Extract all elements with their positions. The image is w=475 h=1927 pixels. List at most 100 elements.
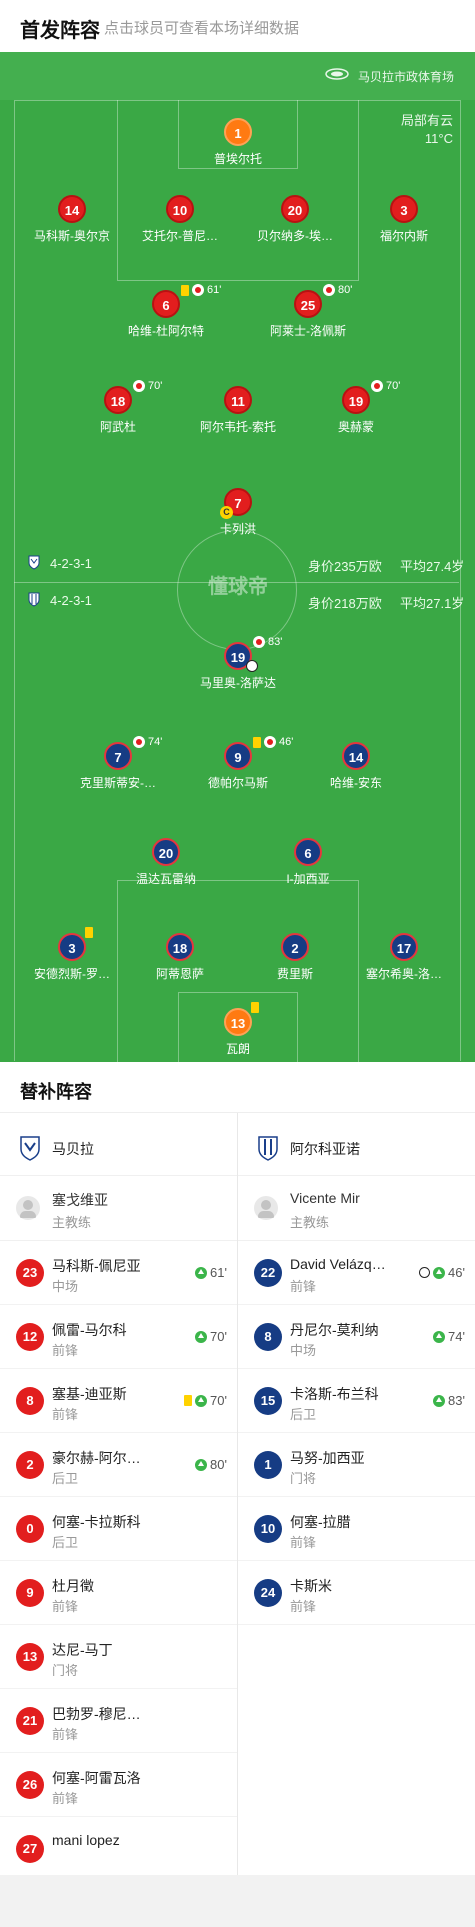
home-crest-icon: [20, 1136, 40, 1161]
substitution-icon: [133, 380, 145, 392]
yellow-card-icon: [251, 1002, 259, 1013]
player-number: 10: [166, 195, 194, 223]
sub-player-number: 12: [16, 1323, 44, 1351]
sub-player-row[interactable]: 10 何塞-拉腊前锋: [238, 1497, 475, 1561]
sub-player-row[interactable]: 2 豪尔赫-阿尔… 后卫 80': [0, 1433, 237, 1497]
player-name: 艾托尔-普尼…: [142, 229, 218, 243]
player-name: 奥赫蒙: [337, 420, 374, 434]
player-name: 瓦朗: [225, 1042, 250, 1056]
sub-player-row[interactable]: 22 David Velázq… 前锋 46': [238, 1241, 475, 1305]
lineup-subtitle: 点击球员可查看本场详细数据: [104, 20, 300, 37]
event-minute: 70': [148, 380, 163, 392]
player-name: 卡列洪: [219, 522, 256, 536]
sub-player-name: 马努-加西亚: [290, 1450, 365, 1466]
lineup-header: 首发阵容 点击球员可查看本场详细数据: [0, 0, 475, 52]
away-coach-name: Vicente Mir: [290, 1190, 360, 1206]
away-player[interactable]: 7 克里斯蒂安-… 74': [53, 736, 183, 791]
sub-player-row[interactable]: 8 塞基-迪亚斯 前锋 70': [0, 1369, 237, 1433]
player-number: 18: [104, 386, 132, 414]
away-crest-icon: [28, 592, 40, 607]
sub-event: 83': [433, 1393, 465, 1408]
away-coach[interactable]: Vicente Mir 主教练: [238, 1176, 475, 1241]
home-player[interactable]: 25 阿莱士-洛佩斯 80': [243, 284, 373, 339]
away-player[interactable]: 13 瓦朗: [173, 1002, 303, 1057]
home-player[interactable]: 10 艾托尔-普尼…: [115, 195, 245, 244]
sub-player-position: 前锋: [52, 1407, 79, 1422]
sub-player-position: 前锋: [52, 1599, 79, 1614]
sub-event: 70': [195, 1329, 227, 1344]
sub-player-name: 塞基-迪亚斯: [52, 1386, 127, 1402]
away-coach-role: 主教练: [290, 1215, 330, 1230]
away-player[interactable]: 20 温达瓦雷纳: [101, 838, 231, 887]
away-player[interactable]: 9 德帕尔马斯 46': [173, 736, 303, 791]
player-name: 福尔内斯: [379, 229, 428, 243]
away-player[interactable]: 19 马里奥-洛萨达 83': [173, 636, 303, 691]
sub-player-name: 何塞-拉腊: [290, 1514, 351, 1530]
sub-minute: 80': [210, 1457, 227, 1472]
sub-player-name: mani lopez: [52, 1832, 120, 1848]
substitution-icon: [253, 636, 265, 648]
sub-player-name: 卡斯米: [290, 1578, 332, 1594]
away-player[interactable]: 17 塞尔希奥-洛…: [339, 933, 469, 982]
lineup-title: 首发阵容: [20, 20, 100, 42]
sub-player-row[interactable]: 9 杜月徵 前锋: [0, 1561, 237, 1625]
sub-player-number: 15: [254, 1387, 282, 1415]
player-name: 普埃尔托: [213, 152, 262, 166]
sub-player-row[interactable]: 27 mani lopez: [0, 1817, 237, 1881]
home-player[interactable]: 18 阿武杜 70': [53, 380, 183, 435]
away-player[interactable]: 6 I-加西亚: [243, 838, 373, 887]
player-number: 14: [58, 195, 86, 223]
home-player[interactable]: 11 阿尔韦托-索托: [173, 386, 303, 435]
home-formation: 4-2-3-1: [50, 556, 92, 571]
home-player[interactable]: 7 卡列洪 C: [173, 488, 303, 537]
home-player[interactable]: 6 哈维-杜阿尔特 61': [101, 284, 231, 339]
sub-player-row[interactable]: 26 何塞-阿雷瓦洛 前锋: [0, 1753, 237, 1817]
sub-player-row[interactable]: 8 丹尼尔-莫利纳 中场 74': [238, 1305, 475, 1369]
sub-minute: 70': [210, 1393, 227, 1408]
sub-player-row[interactable]: 15 卡洛斯-布兰科 后卫 83': [238, 1369, 475, 1433]
sub-player-number: 0: [16, 1515, 44, 1543]
sub-player-number: 10: [254, 1515, 282, 1543]
away-team-name: 阿尔科亚诺: [290, 1141, 360, 1157]
event-minute: 83': [268, 636, 283, 648]
sub-in-icon: [195, 1394, 208, 1407]
sub-player-name: 卡洛斯-布兰科: [290, 1386, 379, 1402]
sub-player-position: 中场: [290, 1343, 317, 1358]
sub-player-number: 1: [254, 1451, 282, 1479]
player-name: 克里斯蒂安-…: [80, 776, 156, 790]
away-value: 身价218万欧: [308, 596, 382, 611]
home-coach[interactable]: 塞戈维亚 主教练: [0, 1176, 237, 1241]
sub-player-name: 何塞-卡拉斯科: [52, 1514, 141, 1530]
home-team-header[interactable]: 马贝拉: [0, 1113, 237, 1176]
home-player[interactable]: 1 普埃尔托: [173, 118, 303, 167]
sub-event: 74': [433, 1329, 465, 1344]
yellow-card-icon: [181, 284, 189, 296]
home-player[interactable]: 3 福尔内斯: [339, 195, 469, 244]
player-name: 德帕尔马斯: [207, 776, 268, 790]
sub-player-row[interactable]: 1 马努-加西亚 门将: [238, 1433, 475, 1497]
player-number: 20: [281, 195, 309, 223]
sub-player-name: 何塞-阿雷瓦洛: [52, 1770, 141, 1786]
sub-player-row[interactable]: 12 佩雷-马尔科 前锋 70': [0, 1305, 237, 1369]
sub-player-position: 前锋: [290, 1535, 317, 1550]
event-minute: 80': [338, 284, 353, 296]
away-player[interactable]: 18 阿蒂恩萨: [115, 933, 245, 982]
sub-player-row[interactable]: 13 达尼-马丁 门将: [0, 1625, 237, 1689]
sub-player-row[interactable]: 0 何塞-卡拉斯科 后卫: [0, 1497, 237, 1561]
away-team-header[interactable]: 阿尔科亚诺: [238, 1113, 475, 1176]
player-name: I-加西亚: [286, 872, 330, 886]
sub-player-row[interactable]: 21 巴勃罗-穆尼… 前锋: [0, 1689, 237, 1753]
goal-ball-icon: [419, 1267, 431, 1278]
away-player[interactable]: 14 哈维-安东: [291, 742, 421, 791]
sub-in-icon: [433, 1394, 446, 1407]
yellow-card-icon: [184, 1395, 193, 1406]
substitution-icon: [192, 284, 204, 296]
sub-player-row[interactable]: 23 马科斯-佩尼亚 中场 61': [0, 1241, 237, 1305]
home-player[interactable]: 19 奥赫蒙 70': [291, 380, 421, 435]
sub-player-position: 后卫: [52, 1535, 79, 1550]
away-formation: 4-2-3-1: [50, 593, 92, 608]
sub-player-position: 后卫: [52, 1471, 79, 1486]
player-number: 2: [281, 933, 309, 961]
sub-player-row[interactable]: 24 卡斯米 前锋: [238, 1561, 475, 1625]
substitution-icon: [371, 380, 383, 392]
